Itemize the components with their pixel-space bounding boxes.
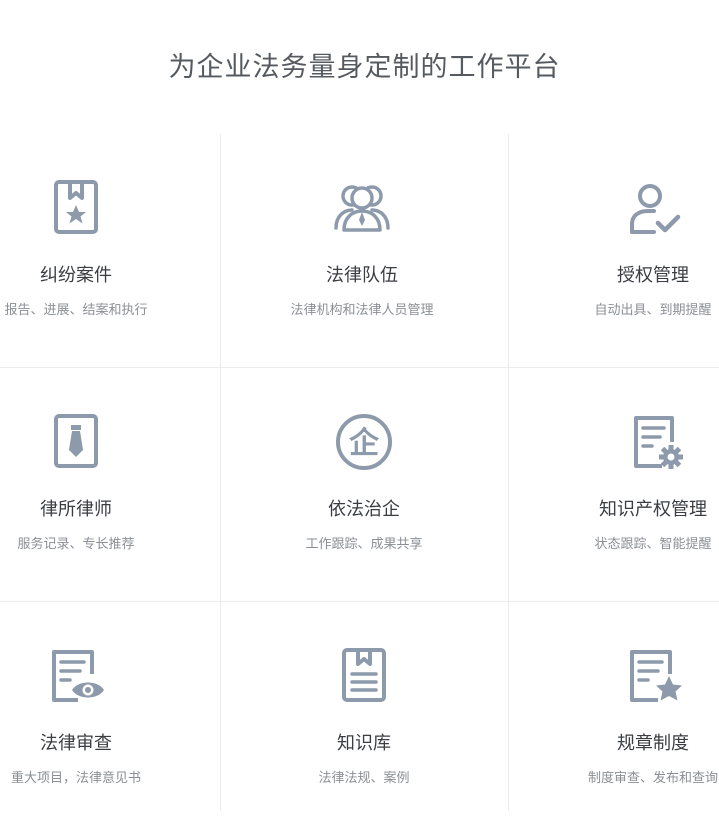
feature-grid: 纠纷案件 报告、进展、结案和执行 法律队伍 法律机构和法律人员管理 授权管理 自…: [0, 0, 719, 811]
svg-text:企: 企: [349, 426, 380, 461]
enterprise-seal-icon: 企: [334, 412, 394, 472]
feature-card-knowledge-base[interactable]: 知识库 法律法规、案例: [220, 602, 510, 836]
feature-card-legal-team[interactable]: 法律队伍 法律机构和法律人员管理: [220, 134, 510, 368]
feature-title: 知识产权管理: [599, 499, 707, 520]
lawyer-tie-icon: [46, 412, 106, 472]
feature-title: 授权管理: [617, 265, 689, 286]
feature-desc: 自动出具、到期提醒: [594, 303, 712, 318]
feature-title: 法律队伍: [326, 265, 398, 286]
feature-title: 法律审查: [40, 733, 112, 754]
feature-title: 纠纷案件: [40, 265, 112, 286]
feature-title: 规章制度: [617, 733, 689, 754]
feature-desc: 法律法规、案例: [318, 771, 410, 786]
user-check-icon: [624, 178, 684, 238]
feature-title: 知识库: [337, 733, 391, 754]
feature-desc: 制度审查、发布和查询: [587, 771, 718, 786]
team-icon: [332, 178, 392, 238]
feature-card-authorization[interactable]: 授权管理 自动出具、到期提醒: [508, 134, 719, 368]
document-gear-icon: [626, 412, 686, 472]
feature-card-rule-of-law[interactable]: 企 依法治企 工作跟踪、成果共享: [220, 368, 510, 602]
feature-card-regulations[interactable]: 规章制度 制度审查、发布和查询: [508, 602, 719, 836]
feature-desc: 状态跟踪、智能提醒: [594, 537, 712, 552]
bookmark-star-icon: [46, 178, 106, 238]
knowledge-book-icon: [334, 646, 394, 706]
feature-desc: 工作跟踪、成果共享: [305, 537, 423, 552]
feature-desc: 服务记录、专长推荐: [17, 537, 135, 552]
feature-desc: 报告、进展、结案和执行: [4, 303, 148, 318]
feature-desc: 法律机构和法律人员管理: [290, 303, 434, 318]
feature-title: 依法治企: [328, 499, 400, 520]
document-star-icon: [626, 646, 686, 706]
feature-desc: 重大项目，法律意见书: [10, 771, 141, 786]
feature-card-ip-management[interactable]: 知识产权管理 状态跟踪、智能提醒: [508, 368, 719, 602]
feature-title: 律所律师: [40, 499, 112, 520]
document-eye-icon: [48, 646, 108, 706]
